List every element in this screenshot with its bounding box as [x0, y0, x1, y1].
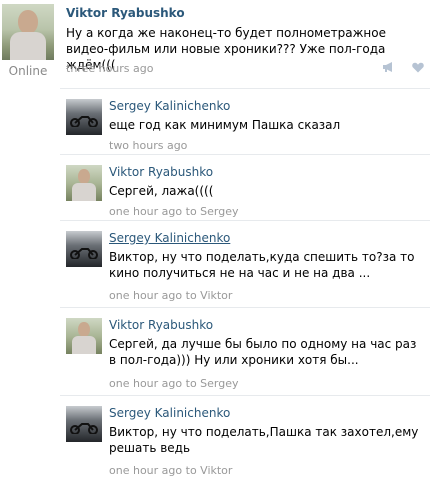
post-actions — [382, 61, 424, 76]
reply-item: Sergey Kalinichenko еще год как минимум … — [60, 88, 430, 154]
reply-author-name[interactable]: Viktor Ryabushko — [109, 165, 213, 179]
motorcycle-icon — [70, 248, 98, 259]
reply-item: Sergey Kalinichenko Виктор, ну что подел… — [60, 220, 430, 307]
reply-time[interactable]: one hour ago — [109, 205, 182, 218]
post-author-name[interactable]: Viktor Ryabushko — [66, 6, 185, 20]
reply-item: Viktor Ryabushko Сергей, лажа(((( one ho… — [60, 154, 430, 220]
avatar-body — [72, 183, 96, 201]
wall-post: Online Viktor Ryabushko Ну а когда же на… — [0, 0, 442, 88]
reply-to[interactable]: to Viktor — [186, 464, 233, 477]
reply-to[interactable]: to Sergey — [186, 377, 239, 390]
reply-to[interactable]: to Viktor — [186, 289, 233, 302]
reply-meta: one hour ago to Sergey — [109, 377, 239, 390]
reply-avatar[interactable] — [66, 99, 102, 135]
reply-author-name[interactable]: Sergey Kalinichenko — [109, 406, 230, 420]
motorcycle-icon — [70, 423, 98, 434]
online-status: Online — [8, 64, 48, 78]
post-author-avatar[interactable] — [2, 4, 54, 60]
reply-meta: one hour ago to Sergey — [109, 205, 239, 218]
reply-time[interactable]: one hour ago — [109, 289, 182, 302]
avatar-head — [78, 169, 90, 184]
reply-text: еще год как минимум Пашка сказал — [109, 118, 341, 132]
megaphone-icon[interactable] — [382, 61, 396, 76]
reply-meta: two hours ago — [109, 139, 187, 152]
reply-text: Виктор, ну что поделать,куда спешить то?… — [109, 250, 415, 280]
reply-avatar[interactable] — [66, 318, 102, 354]
reply-text: Виктор, ну что поделать,Пашка так захоте… — [109, 425, 419, 455]
reply-time[interactable]: one hour ago — [109, 464, 182, 477]
reply-author-name[interactable]: Viktor Ryabushko — [109, 318, 213, 332]
motorcycle-icon — [70, 116, 98, 127]
reply-text: Сергей, да лучше бы было по одному на ча… — [109, 337, 417, 367]
reply-meta: one hour ago to Viktor — [109, 289, 232, 302]
replies-list: Sergey Kalinichenko еще год как минимум … — [60, 88, 430, 480]
reply-time[interactable]: two hours ago — [109, 139, 187, 152]
avatar-head — [78, 322, 90, 337]
reply-to[interactable]: to Sergey — [186, 205, 239, 218]
reply-meta: one hour ago to Viktor — [109, 464, 232, 477]
avatar-head — [18, 10, 38, 34]
reply-avatar[interactable] — [66, 406, 102, 442]
reply-author-name[interactable]: Sergey Kalinichenko — [109, 231, 230, 245]
avatar-body — [10, 32, 46, 60]
reply-author-name[interactable]: Sergey Kalinichenko — [109, 99, 230, 113]
reply-time[interactable]: one hour ago — [109, 377, 182, 390]
post-time[interactable]: three hours ago — [66, 62, 153, 75]
reply-item: Viktor Ryabushko Сергей, да лучше бы был… — [60, 307, 430, 395]
avatar-body — [72, 336, 96, 354]
reply-avatar[interactable] — [66, 231, 102, 267]
reply-avatar[interactable] — [66, 165, 102, 201]
reply-item: Sergey Kalinichenko Виктор, ну что подел… — [60, 395, 430, 480]
reply-text: Сергей, лажа(((( — [109, 184, 214, 198]
heart-icon[interactable] — [412, 62, 424, 76]
